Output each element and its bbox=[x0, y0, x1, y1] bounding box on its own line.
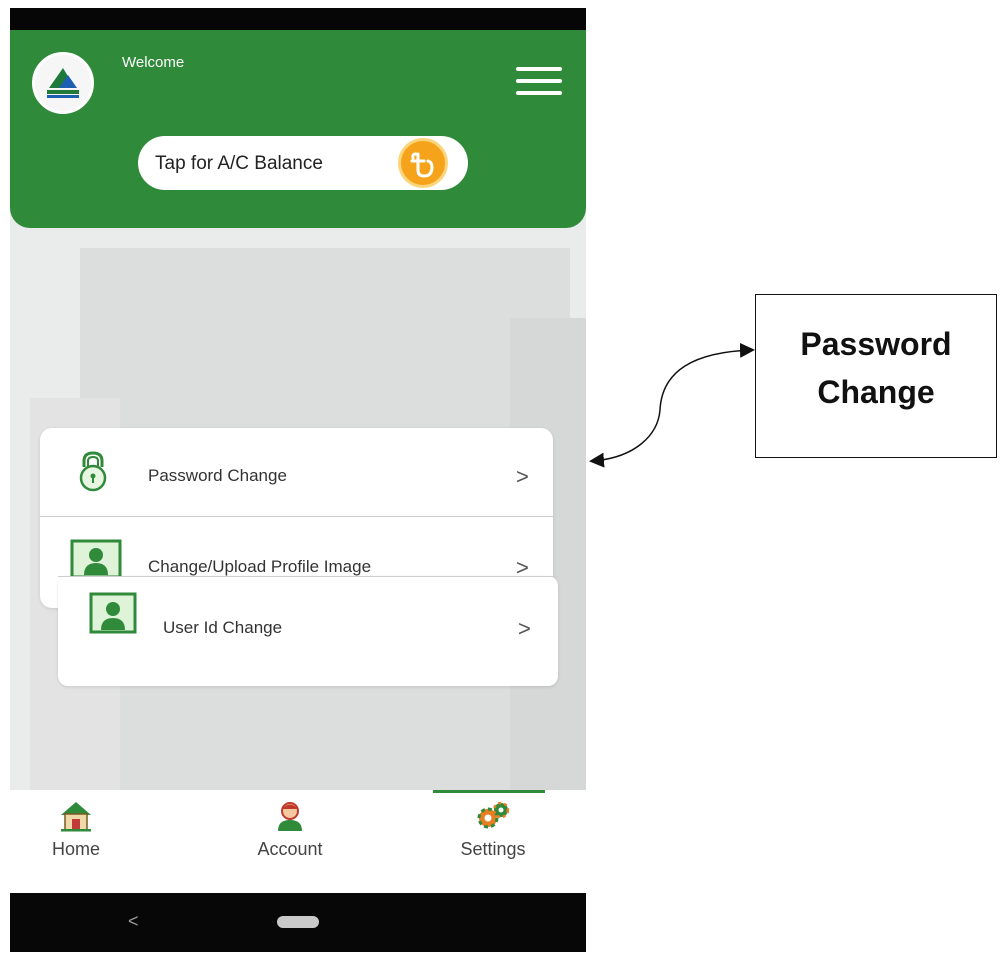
system-navigation-bar: < bbox=[10, 893, 586, 952]
user-icon bbox=[89, 592, 137, 634]
nav-label: Settings bbox=[460, 839, 526, 859]
status-bar bbox=[10, 8, 586, 30]
back-icon[interactable]: < bbox=[128, 911, 139, 932]
nav-item-account[interactable]: Account bbox=[230, 800, 350, 860]
welcome-text: Welcome bbox=[122, 54, 185, 71]
menu-item-change-profile-image[interactable]: Change/Upload Profile Image > bbox=[40, 517, 553, 580]
hamburger-menu-icon[interactable] bbox=[516, 67, 562, 97]
phone-screen: Welcome Tap for A/C Balance Password Cha… bbox=[10, 8, 586, 952]
taka-coin-icon bbox=[398, 138, 448, 188]
menu-item-label: Password Change bbox=[148, 466, 287, 485]
nav-item-settings[interactable]: Settings bbox=[433, 800, 553, 860]
callout-arrow bbox=[589, 342, 755, 468]
home-icon bbox=[61, 802, 91, 832]
menu-item-password-change[interactable]: Password Change > bbox=[40, 428, 553, 516]
lock-icon bbox=[79, 451, 107, 492]
app-header: Welcome Tap for A/C Balance bbox=[10, 30, 586, 228]
active-tab-indicator bbox=[433, 790, 545, 793]
settings-card-secondary: User Id Change > bbox=[58, 576, 558, 686]
bottom-navigation: Home Account Settings bbox=[10, 790, 586, 900]
nav-label: Account bbox=[257, 839, 323, 859]
menu-item-user-id-change[interactable]: User Id Change > bbox=[58, 576, 558, 686]
nav-label: Home bbox=[51, 839, 100, 859]
user-icon bbox=[70, 539, 122, 579]
menu-item-label: User Id Change bbox=[163, 618, 283, 637]
menu-item-label: Change/Upload Profile Image bbox=[148, 557, 372, 576]
account-balance-button[interactable]: Tap for A/C Balance bbox=[138, 136, 468, 190]
divider bbox=[58, 576, 558, 577]
home-pill-button[interactable] bbox=[277, 916, 319, 928]
account-icon bbox=[278, 802, 302, 831]
annotation-line-1: Password bbox=[800, 326, 952, 362]
chevron-right-icon: > bbox=[518, 616, 531, 641]
balance-button-label: Tap for A/C Balance bbox=[155, 153, 323, 174]
nav-item-home[interactable]: Home bbox=[16, 800, 136, 860]
annotation-line-2: Change bbox=[817, 374, 935, 410]
bank-logo bbox=[32, 52, 94, 114]
chevron-right-icon: > bbox=[516, 464, 529, 489]
annotation-callout: Password Change bbox=[755, 294, 997, 458]
settings-icon bbox=[477, 801, 510, 829]
